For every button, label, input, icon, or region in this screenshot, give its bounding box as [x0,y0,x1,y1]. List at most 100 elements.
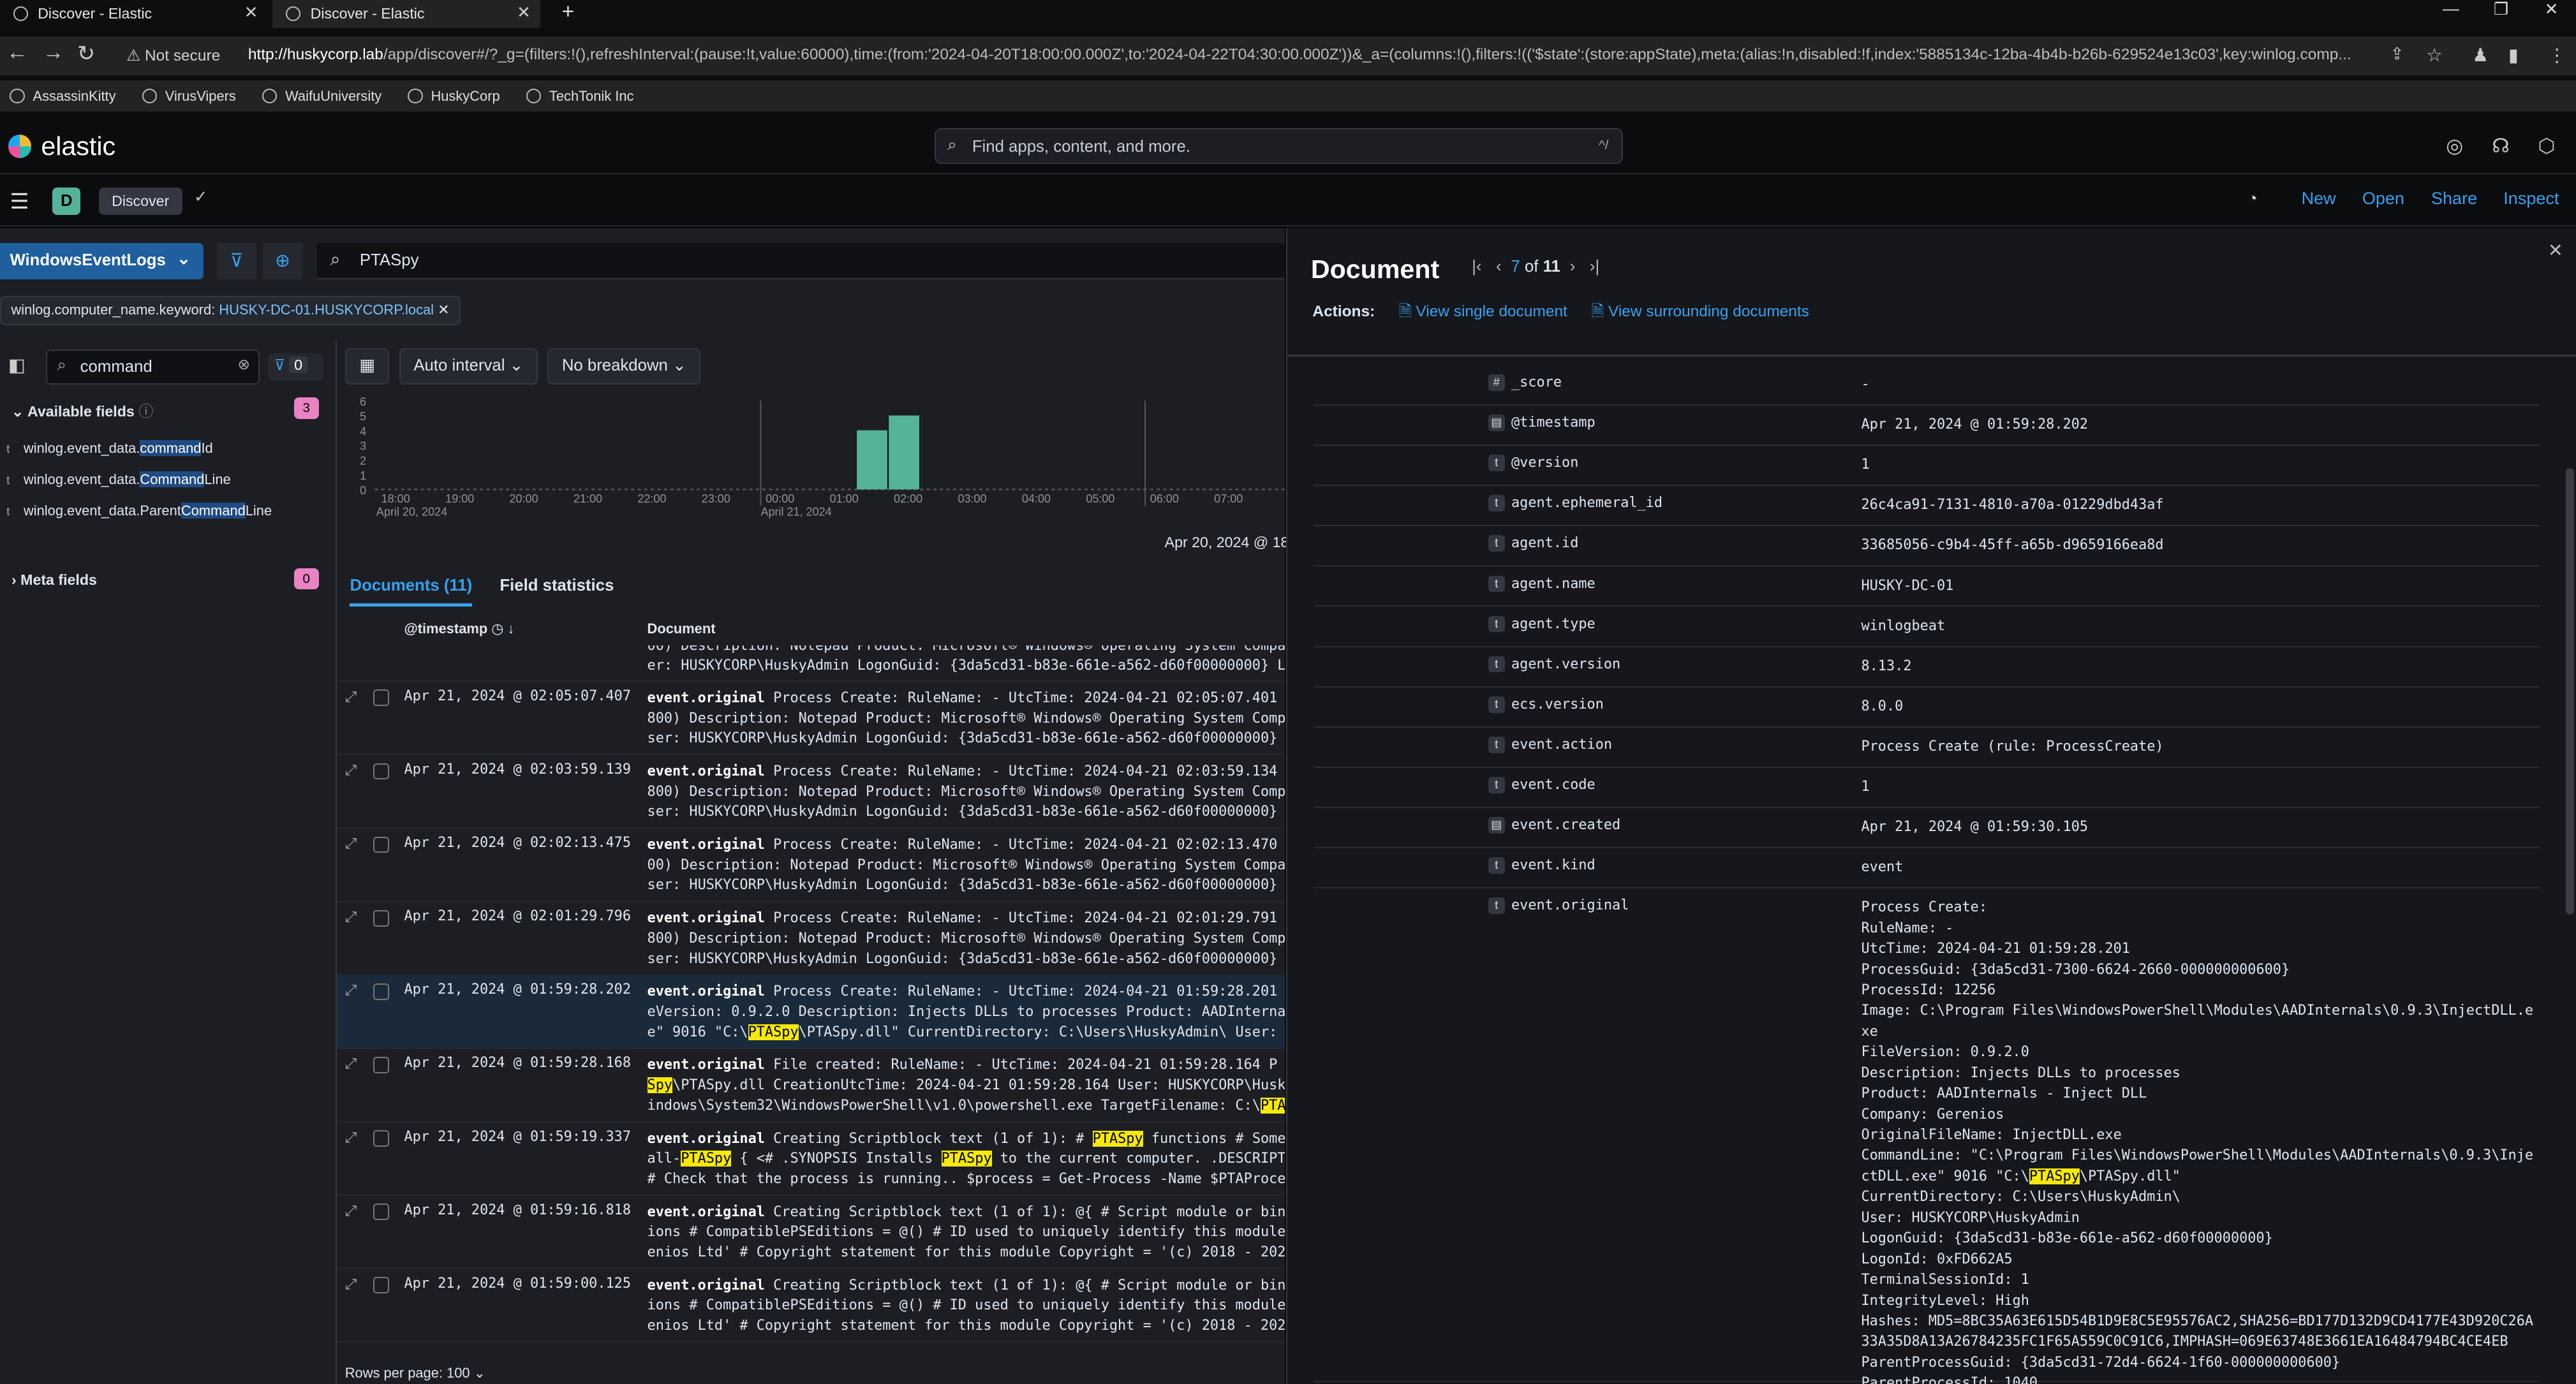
expand-row-icon[interactable]: ⤢ [345,762,357,779]
remove-filter-icon[interactable]: ✕ [438,302,449,318]
data-view-picker[interactable]: WindowsEventLogs ⌄ [0,243,204,279]
document-field-row[interactable]: t ecs.version 8.0.0 [1314,688,2540,728]
expand-row-icon[interactable]: ⤢ [345,982,357,999]
histogram-bar[interactable] [889,415,919,490]
table-row[interactable]: ⤢ Apr 21, 2024 @ 02:02:13.475 event.origin… [336,828,1285,902]
field-search-input[interactable]: ⌕ command ⊗ [46,350,260,385]
table-row[interactable]: ⤢ Apr 21, 2024 @ 01:59:16.818 event.origin… [336,1195,1285,1270]
table-row[interactable]: ⤢ Apr 21, 2024 @ 01:59:28.168 event.origin… [336,1049,1285,1123]
document-column-header[interactable]: Document [648,621,716,637]
minimize-icon[interactable]: — [2443,0,2459,18]
expand-row-icon[interactable]: ⤢ [345,1055,357,1072]
inspect-button[interactable]: Inspect [2503,189,2559,209]
breakdown-select[interactable]: No breakdown ⌄ [547,348,701,385]
global-search-input[interactable]: ⌕ Find apps, content, and more. ^/ [935,128,1624,165]
query-input[interactable]: ⌕ PTASpy [316,243,1285,279]
notifications-icon[interactable]: ☊ [2492,135,2509,158]
row-checkbox[interactable] [373,1130,390,1147]
table-row[interactable]: ⤢ Apr 21, 2024 @ 01:59:00.125 event.origin… [336,1269,1285,1343]
document-field-row[interactable]: ▤ @timestamp Apr 21, 2024 @ 01:59:28.202 [1314,406,2540,446]
maximize-icon[interactable]: ❐ [2494,0,2508,19]
clear-icon[interactable]: ⊗ [238,356,250,373]
user-menu-icon[interactable]: ⬡ [2538,135,2555,158]
sidepanel-icon[interactable]: ▮ [2508,45,2519,66]
reload-icon[interactable]: ↻ [77,41,95,66]
row-checkbox[interactable] [373,689,390,707]
first-page-icon[interactable]: |‹ [1472,258,1481,276]
bookmark-item[interactable]: HuskyCorp [408,88,500,105]
field-filter-button[interactable]: ⊽ 0 [267,353,324,381]
row-checkbox[interactable] [373,1277,390,1294]
expand-row-icon[interactable]: ⤢ [345,1129,357,1146]
view-single-document-link[interactable]: 🗎 View single document [1399,303,1567,320]
row-checkbox[interactable] [373,1057,390,1073]
flyout-scrollbar[interactable] [2566,467,2575,915]
open-button[interactable]: Open [2362,189,2404,209]
expand-row-icon[interactable]: ⤢ [345,908,357,925]
table-row[interactable]: ⤢ Apr 21, 2024 @ 01:59:28.202 event.origin… [336,975,1285,1049]
expand-row-icon[interactable]: ⤢ [345,1202,357,1219]
share-page-icon[interactable]: ⇪ [2390,45,2404,64]
document-field-row[interactable]: t agent.ephemeral_id 26c4ca91-7131-4810-a7… [1314,487,2540,527]
row-checkbox[interactable] [373,836,390,853]
document-field-row[interactable]: t event.original Process Create: RuleName: … [1314,889,2540,1384]
filter-pill[interactable]: winlog.computer_name.keyword: HUSKY-DC-0… [0,295,461,325]
document-field-row[interactable]: t agent.name HUSKY-DC-01 [1314,568,2540,607]
field-item[interactable]: t winlog.event_data.commandId [6,440,286,458]
view-surrounding-documents-link[interactable]: 🗎 View surrounding documents [1592,303,1809,320]
collapse-sidebar-icon[interactable]: ◧ [8,355,26,376]
histogram-bar[interactable] [856,430,887,490]
table-row[interactable]: ⤢ Apr 21, 2024 @ 02:01:29.796 event.origin… [336,902,1285,976]
available-fields-header[interactable]: ⌄ Available fields ⓘ [11,399,153,421]
bookmark-item[interactable]: AssassinKitty [10,88,116,105]
histogram-chart[interactable]: 0 1 2 3 4 5 6 18:00 19:00 20:00 21:00 22:00 23:00 00:… [345,394,1285,526]
bookmark-item[interactable]: WaifuUniversity [262,88,381,105]
close-window-icon[interactable]: ✕ [2545,0,2559,19]
document-field-row[interactable]: t agent.type winlogbeat [1314,608,2540,647]
interval-select[interactable]: Auto interval ⌄ [399,348,538,385]
meta-fields-header[interactable]: › Meta fields [11,571,97,589]
row-checkbox[interactable] [373,909,390,927]
row-checkbox[interactable] [373,763,390,780]
new-button[interactable]: New [2302,189,2336,209]
help-icon[interactable]: ◎ [2446,135,2463,158]
table-row[interactable]: ⤢ Apr 21, 2024 @ 01:59:19.337 event.origin… [336,1122,1285,1196]
last-page-icon[interactable]: ›| [1590,258,1599,276]
table-row[interactable]: ⤢ Apr 21, 2024 @ 02:03:59.139 event.origin… [336,755,1285,829]
breadcrumb-discover[interactable]: Discover [98,187,182,216]
extension-icon[interactable]: ♟ [2472,45,2488,66]
add-filter-button[interactable]: ⊕ [263,243,302,279]
expand-row-icon[interactable]: ⤢ [345,688,357,705]
expand-row-icon[interactable]: ⤢ [345,835,357,852]
browser-tab-active[interactable]: Discover - Elastic ✕ [272,0,541,28]
document-field-row[interactable]: ▤ event.created Apr 21, 2024 @ 01:59:30.10… [1314,809,2540,848]
document-field-row[interactable]: t agent.version 8.13.2 [1314,648,2540,688]
field-item[interactable]: t winlog.event_data.CommandLine [6,471,286,489]
next-page-icon[interactable]: › [1570,258,1576,276]
table-row[interactable]: ⤢ Apr 21, 2024 @ 02:05:07.407 event.origin… [336,682,1285,756]
elastic-logo[interactable]: elastic [8,131,115,161]
close-flyout-icon[interactable]: ✕ [2548,240,2563,261]
rows-per-page[interactable]: Rows per page: 100 ⌄ [345,1365,485,1381]
browser-menu-icon[interactable]: ⋮ [2548,45,2566,66]
chart-options-button[interactable]: ▦ [344,348,390,385]
row-checkbox[interactable] [373,1204,390,1220]
document-field-row[interactable]: t agent.id 33685056-c9b4-45ff-a65b-d965916… [1314,527,2540,567]
assistant-icon[interactable]: ◔ [2247,189,2258,209]
close-tab-icon[interactable]: ✕ [244,3,258,22]
bookmark-star-icon[interactable]: ☆ [2426,45,2442,66]
document-field-row[interactable]: # _score - [1314,366,2540,406]
tab-documents[interactable]: Documents (11) [350,577,473,607]
close-tab-icon[interactable]: ✕ [517,3,531,22]
url-field[interactable]: http://huskycorp.lab/app/discover#/?_g=(… [248,46,2367,64]
filter-menu-button[interactable]: ⊽ [216,243,256,279]
previous-page-icon[interactable]: ‹ [1496,258,1502,276]
timestamp-column-header[interactable]: @timestamp ◷ ↓ [404,621,514,637]
tab-field-statistics[interactable]: Field statistics [500,577,614,603]
document-field-row[interactable]: t event.action Process Create (rule: Proce… [1314,728,2540,768]
hamburger-menu-icon[interactable]: ☰ [10,189,29,214]
table-row[interactable]: 00) Description: Notepad Product: Micros… [336,645,1285,682]
document-field-row[interactable]: t event.kind event [1314,849,2540,889]
document-field-row[interactable]: t @version 1 [1314,446,2540,487]
new-tab-icon[interactable]: + [562,0,575,24]
